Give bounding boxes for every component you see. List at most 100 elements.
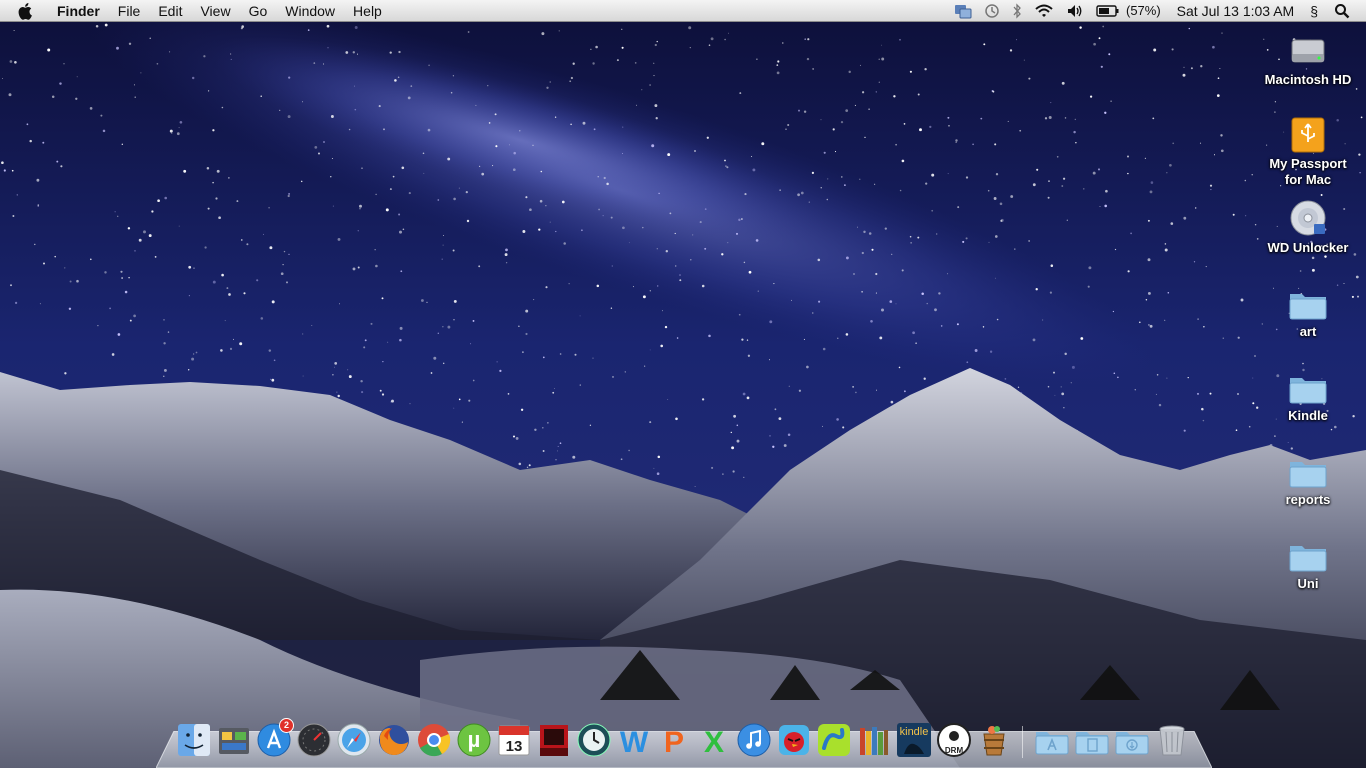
star xyxy=(1359,172,1361,174)
star xyxy=(129,319,132,322)
dock-item-dashboard[interactable] xyxy=(296,722,332,758)
desktop-item-my-passport[interactable]: My Passport for Mac xyxy=(1260,110,1356,188)
star xyxy=(875,292,877,294)
dock-item-firefox[interactable] xyxy=(376,722,412,758)
star xyxy=(797,193,800,197)
star xyxy=(589,424,592,426)
trash-icon xyxy=(1159,725,1185,756)
dock-item-photo-booth[interactable] xyxy=(536,722,572,758)
dock-item-chrome[interactable] xyxy=(416,722,452,758)
star xyxy=(1079,26,1082,29)
star xyxy=(736,232,738,235)
utorrent-icon: µ xyxy=(457,723,491,757)
menu-view[interactable]: View xyxy=(191,0,239,22)
menu-edit[interactable]: Edit xyxy=(149,0,191,22)
star xyxy=(727,32,729,34)
dock-item-excel[interactable]: X xyxy=(696,722,732,759)
menu-app-finder[interactable]: Finder xyxy=(48,0,109,22)
dock-item-calendar[interactable]: 13 xyxy=(496,722,532,758)
star xyxy=(216,169,220,173)
star xyxy=(554,388,555,389)
star xyxy=(656,472,660,476)
desktop-item-macintosh-hd[interactable]: Macintosh HD xyxy=(1260,26,1356,88)
star xyxy=(806,57,810,61)
star xyxy=(898,366,901,369)
desktop-item-uni[interactable]: Uni xyxy=(1260,530,1356,592)
battery-icon[interactable] xyxy=(1090,0,1126,22)
star xyxy=(1112,310,1115,313)
star xyxy=(1169,163,1172,167)
menu-go[interactable]: Go xyxy=(240,0,277,22)
dock-item-powerpoint[interactable]: P xyxy=(656,722,692,759)
star xyxy=(956,323,959,326)
dock-item-app-store[interactable]: 2 xyxy=(256,718,294,758)
dock-item-documents-stack[interactable] xyxy=(1074,722,1110,758)
dock-item-utilities[interactable] xyxy=(216,722,252,758)
battery-percentage[interactable]: (57%) xyxy=(1126,3,1169,18)
apple-menu-icon[interactable] xyxy=(16,1,36,21)
input-source[interactable]: § xyxy=(1302,3,1326,19)
dock-item-safari[interactable] xyxy=(336,722,372,758)
star xyxy=(111,353,115,356)
desktop-item-kindle[interactable]: Kindle xyxy=(1260,362,1356,424)
dock-item-word[interactable]: W xyxy=(616,722,652,759)
desktop-item-wd-unlocker[interactable]: WD Unlocker xyxy=(1260,194,1356,256)
star xyxy=(1240,298,1244,302)
star xyxy=(868,108,870,110)
dock-item-finder[interactable] xyxy=(176,722,212,758)
star xyxy=(769,320,773,324)
dock: 2 µ 13 W P X kindle DRM xyxy=(176,714,1194,759)
dock-item-bucket[interactable] xyxy=(976,722,1012,758)
dock-item-kindle[interactable]: kindle xyxy=(896,722,932,758)
menu-file[interactable]: File xyxy=(109,0,150,22)
dock-item-time-machine[interactable] xyxy=(576,722,612,758)
bucket-icon xyxy=(983,726,1005,756)
dock-item-drm-removal[interactable]: DRM xyxy=(936,722,972,758)
star xyxy=(499,369,502,373)
star xyxy=(1023,59,1025,61)
clock[interactable]: Sat Jul 13 1:03 AM xyxy=(1169,3,1303,19)
desktop-item-label: art xyxy=(1299,324,1317,339)
wifi-icon[interactable] xyxy=(1028,0,1060,22)
dock-item-skitch[interactable] xyxy=(816,722,852,758)
dock-item-downloads-stack[interactable] xyxy=(1114,722,1150,758)
desktop-item-reports[interactable]: reports xyxy=(1260,446,1356,508)
dock-item-trash[interactable] xyxy=(1154,722,1190,758)
sync-icon[interactable] xyxy=(948,0,978,22)
star xyxy=(383,128,385,131)
star xyxy=(989,350,993,353)
star xyxy=(302,375,304,377)
dock-item-itunes[interactable] xyxy=(736,722,772,758)
time-machine-status-icon[interactable] xyxy=(978,0,1006,22)
star xyxy=(808,201,810,203)
star xyxy=(157,199,160,203)
star xyxy=(447,325,451,329)
star xyxy=(708,44,711,46)
star xyxy=(1073,130,1076,134)
star xyxy=(361,391,364,394)
star xyxy=(593,128,596,131)
menu-window[interactable]: Window xyxy=(276,0,344,22)
spotlight-icon[interactable] xyxy=(1326,0,1366,22)
star xyxy=(542,450,545,452)
desktop-item-art[interactable]: art xyxy=(1260,278,1356,340)
dock-item-angry-birds[interactable] xyxy=(776,722,812,758)
star xyxy=(1254,223,1257,226)
dock-item-applications-stack[interactable] xyxy=(1034,722,1070,758)
star xyxy=(1007,120,1009,122)
menu-help[interactable]: Help xyxy=(344,0,391,22)
star xyxy=(16,194,18,196)
star xyxy=(822,347,826,351)
volume-icon[interactable] xyxy=(1060,0,1090,22)
star xyxy=(193,353,195,355)
star xyxy=(1149,190,1153,194)
svg-text:X: X xyxy=(704,726,724,758)
star xyxy=(1183,66,1185,69)
star xyxy=(332,205,334,207)
star xyxy=(1360,116,1363,119)
star xyxy=(1063,407,1065,409)
star xyxy=(621,46,624,49)
dock-item-utorrent[interactable]: µ xyxy=(456,722,492,758)
dock-item-ibooks[interactable] xyxy=(856,722,892,758)
bluetooth-icon[interactable] xyxy=(1006,0,1028,22)
